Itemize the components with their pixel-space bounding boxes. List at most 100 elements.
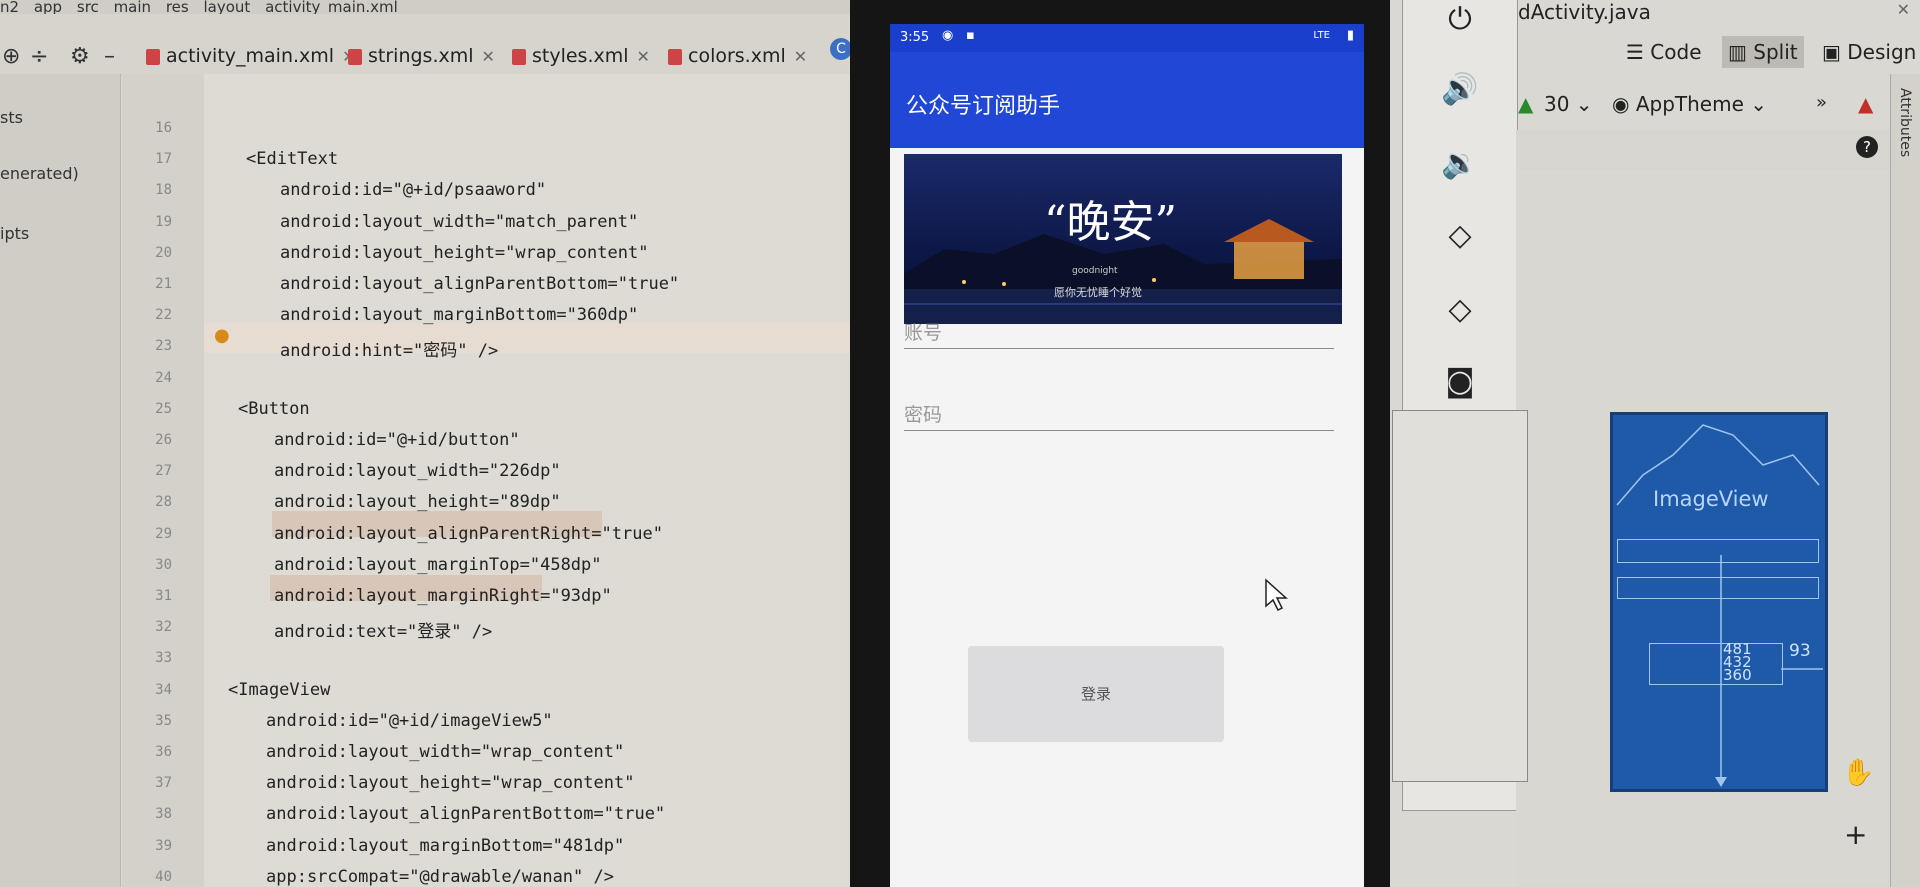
rotate-left-icon[interactable]: ◇: [1403, 218, 1517, 253]
project-tree-item[interactable]: enerated): [0, 164, 79, 183]
code-line[interactable]: <Button: [238, 399, 310, 419]
code-line[interactable]: android:layout_alignParentBottom="true": [280, 274, 679, 294]
tab-strings[interactable]: strings.xml ✕: [348, 36, 495, 76]
close-icon[interactable]: ✕: [637, 47, 650, 66]
lightbulb-icon[interactable]: ●: [214, 325, 230, 346]
warning-icon[interactable]: ▲: [1858, 92, 1873, 116]
tab-main-activity-java[interactable]: dActivity.java: [1518, 0, 1651, 24]
code-line[interactable]: android:layout_height="89dp": [274, 492, 561, 512]
username-field[interactable]: 账号: [904, 318, 1334, 349]
api-level-dropdown[interactable]: 30 ⌄: [1544, 92, 1593, 116]
minimize-icon[interactable]: –: [104, 44, 115, 69]
banner-subtitle-en: goodnight: [1072, 266, 1118, 276]
breadcrumb-item[interactable]: layout: [204, 0, 251, 14]
editor-tab-bar: ⊕ ÷ ⚙ – activity_main.xml✕ strings.xml✕ …: [0, 14, 880, 79]
split-view-button[interactable]: ▥ Split: [1722, 36, 1804, 68]
power-icon[interactable]: ⏻: [1403, 2, 1517, 37]
line-number: 35: [155, 712, 172, 729]
design-view-button[interactable]: ▣ Design: [1822, 40, 1916, 64]
code-line[interactable]: android:layout_width="match_parent": [280, 212, 638, 232]
code-line[interactable]: android:layout_height="wrap_content": [266, 773, 634, 793]
code-line[interactable]: android:layout_height="wrap_content": [280, 243, 648, 263]
class-file-icon[interactable]: C: [830, 38, 852, 60]
status-time: 3:55: [900, 30, 930, 45]
line-number: 21: [155, 276, 172, 292]
code-line[interactable]: android:id="@+id/psaaword": [280, 180, 546, 200]
close-icon[interactable]: ✕: [1897, 0, 1910, 19]
pan-hand-icon[interactable]: ✋: [1842, 758, 1874, 788]
volume-down-icon[interactable]: 🔉: [1403, 146, 1517, 181]
code-line[interactable]: android:text="登录" />: [274, 617, 492, 642]
xml-file-icon: [512, 48, 526, 65]
tab-label: colors.xml: [688, 45, 786, 67]
code-line[interactable]: android:layout_marginRight="93dp": [274, 586, 612, 606]
attributes-side-tab[interactable]: Attributes: [1890, 74, 1920, 887]
emulator-screen[interactable]: 3:55 ◉ ▪ LTE ▮ 公众号订阅助手 “晚安” goodnight 愿你…: [890, 24, 1364, 887]
breadcrumb-item[interactable]: app: [34, 0, 62, 14]
code-view-button[interactable]: ☰ Code: [1626, 40, 1702, 64]
globe-icon[interactable]: ⊕: [2, 44, 20, 69]
line-number: 30: [155, 556, 172, 573]
app-title: 公众号订阅助手: [906, 94, 1061, 119]
code-line[interactable]: <EditText: [246, 149, 338, 169]
blueprint-view[interactable]: ImageView 481 432 360 93: [1610, 412, 1828, 792]
sd-card-icon: ▪: [966, 28, 975, 43]
code-line[interactable]: <ImageView: [228, 680, 330, 700]
code-line[interactable]: android:id="@+id/imageView5": [266, 711, 553, 731]
blueprint-edittext-password[interactable]: [1617, 577, 1819, 599]
blueprint-button[interactable]: [1649, 643, 1783, 685]
breadcrumb-item[interactable]: activity_main.xml: [265, 0, 398, 14]
tab-colors[interactable]: colors.xml ✕: [668, 36, 807, 76]
xml-file-icon: [668, 48, 682, 65]
project-panel: sts enerated) ipts: [0, 74, 121, 887]
code-line[interactable]: android:layout_alignParentBottom="true": [266, 804, 665, 824]
tab-styles[interactable]: styles.xml ✕: [512, 36, 650, 76]
overflow-icon[interactable]: »: [1816, 92, 1827, 113]
close-icon[interactable]: ✕: [794, 47, 807, 66]
line-number: 37: [155, 775, 172, 792]
code-line[interactable]: android:layout_marginBottom="481dp": [266, 836, 624, 856]
line-number: 28: [155, 494, 172, 511]
line-number: 22: [155, 307, 172, 324]
theme-dropdown[interactable]: ◉ AppTheme ⌄: [1612, 92, 1767, 116]
blueprint-right-margin-label: 93: [1789, 641, 1811, 661]
breadcrumb-item[interactable]: src: [77, 0, 99, 14]
camera-icon[interactable]: ◙: [1403, 364, 1517, 399]
close-icon[interactable]: ✕: [482, 47, 495, 66]
tab-label: strings.xml: [368, 45, 474, 67]
login-button[interactable]: 登录: [968, 646, 1224, 742]
api-level-label: 30: [1544, 92, 1570, 116]
code-line[interactable]: android:layout_marginBottom="360dp": [280, 305, 638, 325]
design-label: Design: [1847, 40, 1917, 64]
code-line[interactable]: android:layout_alignParentRight="true": [274, 524, 663, 544]
code-line[interactable]: android:id="@+id/button": [274, 430, 520, 450]
code-line[interactable]: android:layout_marginTop="458dp": [274, 555, 602, 575]
code-line[interactable]: android:hint="密码" />: [280, 336, 498, 361]
breadcrumb-item[interactable]: main: [114, 0, 151, 14]
code-line[interactable]: app:srcCompat="@drawable/wanan" />: [266, 867, 614, 887]
blueprint-edittext-username[interactable]: [1617, 539, 1819, 563]
design-preview-frame: [1392, 410, 1528, 782]
project-tree-item[interactable]: ipts: [0, 224, 29, 243]
project-tree-item[interactable]: sts: [0, 108, 23, 127]
design-subtoolbar: ?: [1516, 130, 1890, 171]
gear-icon[interactable]: ⚙: [70, 44, 90, 69]
volume-up-icon[interactable]: 🔊: [1403, 72, 1517, 107]
line-number: 31: [155, 588, 172, 604]
code-line[interactable]: android:layout_width="wrap_content": [266, 742, 624, 762]
password-field[interactable]: 密码: [904, 400, 1334, 431]
zoom-in-icon[interactable]: +: [1844, 818, 1867, 851]
help-icon[interactable]: ?: [1856, 136, 1878, 158]
breadcrumb-item[interactable]: res: [166, 0, 189, 14]
line-number: 33: [155, 650, 172, 667]
network-status: LTE: [1313, 30, 1330, 41]
line-number: 38: [155, 806, 172, 823]
rotate-right-icon[interactable]: ◇: [1403, 292, 1517, 327]
mouse-cursor-icon: [1265, 578, 1288, 612]
collapse-icon[interactable]: ÷: [30, 44, 48, 69]
breadcrumb-item[interactable]: n2: [0, 0, 19, 14]
tab-label: activity_main.xml: [166, 45, 335, 67]
code-line[interactable]: android:layout_width="226dp": [274, 461, 561, 481]
banner-title: “晚安”: [1044, 197, 1177, 248]
tab-activity-main[interactable]: activity_main.xml✕: [146, 36, 356, 79]
